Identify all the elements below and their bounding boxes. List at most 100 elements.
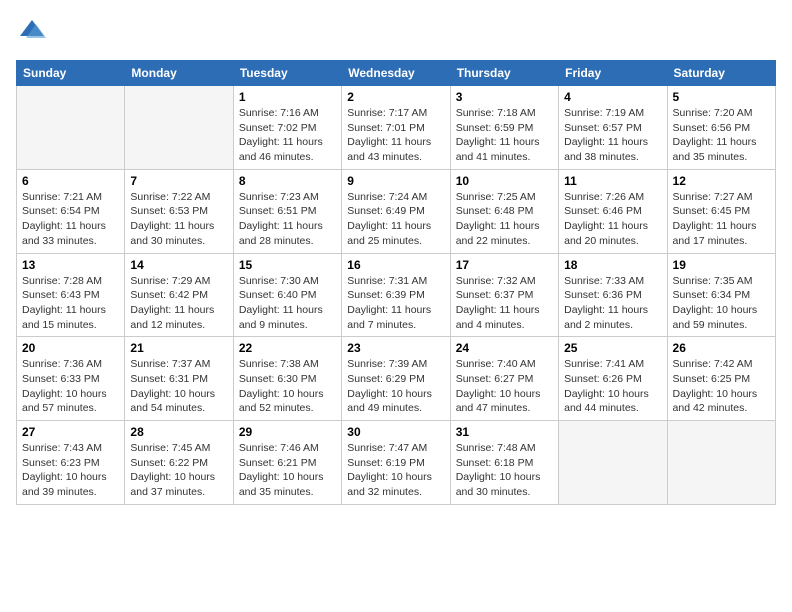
calendar-cell: 8 Sunrise: 7:23 AM Sunset: 6:51 PM Daylig… <box>233 169 341 253</box>
calendar-week-row: 20 Sunrise: 7:36 AM Sunset: 6:33 PM Dayli… <box>17 337 776 421</box>
calendar-cell: 23 Sunrise: 7:39 AM Sunset: 6:29 PM Dayli… <box>342 337 450 421</box>
logo-icon <box>16 16 48 48</box>
day-number: 19 <box>673 258 770 272</box>
day-number: 11 <box>564 174 661 188</box>
calendar-cell: 27 Sunrise: 7:43 AM Sunset: 6:23 PM Dayli… <box>17 421 125 505</box>
calendar-cell: 17 Sunrise: 7:32 AM Sunset: 6:37 PM Dayli… <box>450 253 558 337</box>
weekday-header-row: SundayMondayTuesdayWednesdayThursdayFrid… <box>17 61 776 86</box>
calendar-cell: 21 Sunrise: 7:37 AM Sunset: 6:31 PM Dayli… <box>125 337 233 421</box>
day-info: Sunrise: 7:40 AM Sunset: 6:27 PM Dayligh… <box>456 357 553 416</box>
calendar-cell: 10 Sunrise: 7:25 AM Sunset: 6:48 PM Dayli… <box>450 169 558 253</box>
day-number: 9 <box>347 174 444 188</box>
calendar-cell: 16 Sunrise: 7:31 AM Sunset: 6:39 PM Dayli… <box>342 253 450 337</box>
calendar-cell: 5Sunrise: 7:20 AM Sunset: 6:56 PM Daylig… <box>667 86 775 170</box>
calendar-cell: 15 Sunrise: 7:30 AM Sunset: 6:40 PM Dayli… <box>233 253 341 337</box>
day-info: Sunrise: 7:36 AM Sunset: 6:33 PM Dayligh… <box>22 357 119 416</box>
day-info: Sunrise: 7:39 AM Sunset: 6:29 PM Dayligh… <box>347 357 444 416</box>
day-info: Sunrise: 7:20 AM Sunset: 6:56 PM Dayligh… <box>673 106 770 165</box>
day-number: 25 <box>564 341 661 355</box>
calendar-cell: 26 Sunrise: 7:42 AM Sunset: 6:25 PM Dayli… <box>667 337 775 421</box>
weekday-header: Friday <box>559 61 667 86</box>
day-info: Sunrise: 7:32 AM Sunset: 6:37 PM Dayligh… <box>456 274 553 333</box>
day-info: Sunrise: 7:31 AM Sunset: 6:39 PM Dayligh… <box>347 274 444 333</box>
day-info: Sunrise: 7:41 AM Sunset: 6:26 PM Dayligh… <box>564 357 661 416</box>
day-number: 18 <box>564 258 661 272</box>
day-number: 10 <box>456 174 553 188</box>
day-info: Sunrise: 7:38 AM Sunset: 6:30 PM Dayligh… <box>239 357 336 416</box>
day-info: Sunrise: 7:37 AM Sunset: 6:31 PM Dayligh… <box>130 357 227 416</box>
day-number: 13 <box>22 258 119 272</box>
day-number: 27 <box>22 425 119 439</box>
calendar-cell: 1 Sunrise: 7:16 AM Sunset: 7:02 PM Daylig… <box>233 86 341 170</box>
calendar-cell: 6 Sunrise: 7:21 AM Sunset: 6:54 PM Daylig… <box>17 169 125 253</box>
calendar-week-row: 27 Sunrise: 7:43 AM Sunset: 6:23 PM Dayli… <box>17 421 776 505</box>
day-info: Sunrise: 7:21 AM Sunset: 6:54 PM Dayligh… <box>22 190 119 249</box>
calendar-cell: 4Sunrise: 7:19 AM Sunset: 6:57 PM Daylig… <box>559 86 667 170</box>
day-number: 7 <box>130 174 227 188</box>
day-number: 31 <box>456 425 553 439</box>
calendar-week-row: 1 Sunrise: 7:16 AM Sunset: 7:02 PM Daylig… <box>17 86 776 170</box>
day-number: 26 <box>673 341 770 355</box>
day-number: 17 <box>456 258 553 272</box>
day-number: 3 <box>456 90 553 104</box>
calendar-cell: 25 Sunrise: 7:41 AM Sunset: 6:26 PM Dayli… <box>559 337 667 421</box>
day-number: 16 <box>347 258 444 272</box>
calendar-cell: 2Sunrise: 7:17 AM Sunset: 7:01 PM Daylig… <box>342 86 450 170</box>
day-number: 8 <box>239 174 336 188</box>
day-info: Sunrise: 7:45 AM Sunset: 6:22 PM Dayligh… <box>130 441 227 500</box>
day-info: Sunrise: 7:24 AM Sunset: 6:49 PM Dayligh… <box>347 190 444 249</box>
calendar-table: SundayMondayTuesdayWednesdayThursdayFrid… <box>16 60 776 505</box>
day-info: Sunrise: 7:16 AM Sunset: 7:02 PM Dayligh… <box>239 106 336 165</box>
calendar-cell <box>559 421 667 505</box>
day-info: Sunrise: 7:47 AM Sunset: 6:19 PM Dayligh… <box>347 441 444 500</box>
weekday-header: Thursday <box>450 61 558 86</box>
day-number: 28 <box>130 425 227 439</box>
day-number: 15 <box>239 258 336 272</box>
calendar-cell: 18Sunrise: 7:33 AM Sunset: 6:36 PM Dayli… <box>559 253 667 337</box>
calendar-cell: 9 Sunrise: 7:24 AM Sunset: 6:49 PM Daylig… <box>342 169 450 253</box>
calendar-cell <box>125 86 233 170</box>
calendar-cell: 24Sunrise: 7:40 AM Sunset: 6:27 PM Dayli… <box>450 337 558 421</box>
day-info: Sunrise: 7:46 AM Sunset: 6:21 PM Dayligh… <box>239 441 336 500</box>
weekday-header: Monday <box>125 61 233 86</box>
day-info: Sunrise: 7:22 AM Sunset: 6:53 PM Dayligh… <box>130 190 227 249</box>
day-info: Sunrise: 7:18 AM Sunset: 6:59 PM Dayligh… <box>456 106 553 165</box>
header <box>16 16 776 48</box>
calendar-cell: 31 Sunrise: 7:48 AM Sunset: 6:18 PM Dayli… <box>450 421 558 505</box>
weekday-header: Tuesday <box>233 61 341 86</box>
day-info: Sunrise: 7:48 AM Sunset: 6:18 PM Dayligh… <box>456 441 553 500</box>
day-number: 1 <box>239 90 336 104</box>
day-number: 22 <box>239 341 336 355</box>
calendar-cell: 22 Sunrise: 7:38 AM Sunset: 6:30 PM Dayli… <box>233 337 341 421</box>
calendar-cell: 29 Sunrise: 7:46 AM Sunset: 6:21 PM Dayli… <box>233 421 341 505</box>
calendar-cell: 11Sunrise: 7:26 AM Sunset: 6:46 PM Dayli… <box>559 169 667 253</box>
day-info: Sunrise: 7:17 AM Sunset: 7:01 PM Dayligh… <box>347 106 444 165</box>
day-number: 30 <box>347 425 444 439</box>
day-info: Sunrise: 7:42 AM Sunset: 6:25 PM Dayligh… <box>673 357 770 416</box>
day-number: 29 <box>239 425 336 439</box>
calendar-cell: 30 Sunrise: 7:47 AM Sunset: 6:19 PM Dayli… <box>342 421 450 505</box>
logo <box>16 16 52 48</box>
day-info: Sunrise: 7:43 AM Sunset: 6:23 PM Dayligh… <box>22 441 119 500</box>
calendar-cell: 20 Sunrise: 7:36 AM Sunset: 6:33 PM Dayli… <box>17 337 125 421</box>
calendar-cell: 7 Sunrise: 7:22 AM Sunset: 6:53 PM Daylig… <box>125 169 233 253</box>
calendar-cell: 28 Sunrise: 7:45 AM Sunset: 6:22 PM Dayli… <box>125 421 233 505</box>
day-number: 23 <box>347 341 444 355</box>
day-info: Sunrise: 7:23 AM Sunset: 6:51 PM Dayligh… <box>239 190 336 249</box>
calendar-cell: 13 Sunrise: 7:28 AM Sunset: 6:43 PM Dayli… <box>17 253 125 337</box>
calendar-cell: 12Sunrise: 7:27 AM Sunset: 6:45 PM Dayli… <box>667 169 775 253</box>
calendar-week-row: 6 Sunrise: 7:21 AM Sunset: 6:54 PM Daylig… <box>17 169 776 253</box>
weekday-header: Sunday <box>17 61 125 86</box>
day-number: 21 <box>130 341 227 355</box>
day-info: Sunrise: 7:27 AM Sunset: 6:45 PM Dayligh… <box>673 190 770 249</box>
day-info: Sunrise: 7:25 AM Sunset: 6:48 PM Dayligh… <box>456 190 553 249</box>
weekday-header: Saturday <box>667 61 775 86</box>
day-number: 14 <box>130 258 227 272</box>
day-info: Sunrise: 7:30 AM Sunset: 6:40 PM Dayligh… <box>239 274 336 333</box>
day-number: 6 <box>22 174 119 188</box>
day-info: Sunrise: 7:28 AM Sunset: 6:43 PM Dayligh… <box>22 274 119 333</box>
calendar-cell: 3 Sunrise: 7:18 AM Sunset: 6:59 PM Daylig… <box>450 86 558 170</box>
weekday-header: Wednesday <box>342 61 450 86</box>
day-info: Sunrise: 7:19 AM Sunset: 6:57 PM Dayligh… <box>564 106 661 165</box>
day-number: 20 <box>22 341 119 355</box>
